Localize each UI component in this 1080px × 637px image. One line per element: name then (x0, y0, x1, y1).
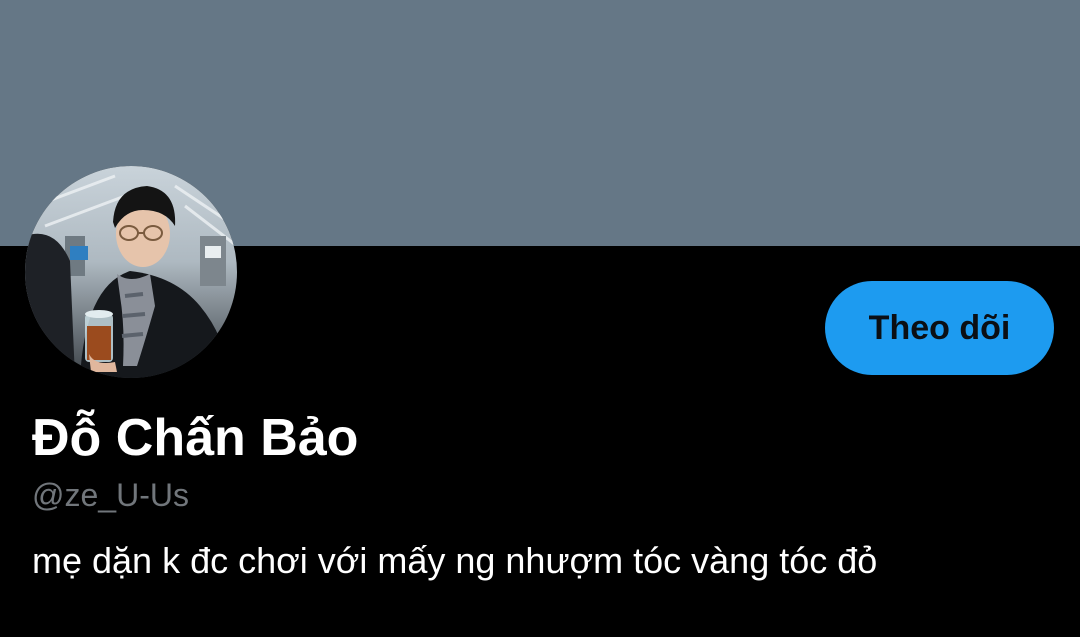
profile-bio: mẹ dặn k đc chơi với mấy ng nhượm tóc và… (32, 540, 878, 581)
avatar[interactable] (25, 166, 237, 378)
username-handle: @ze_U-Us (32, 477, 189, 513)
follow-button[interactable]: Theo dõi (825, 281, 1054, 375)
display-name: Đỗ Chấn Bảo (32, 409, 359, 467)
profile-header: Theo dõi Đỗ Chấn Bảo @ze_U-Us mẹ dặn k đ… (0, 0, 1080, 637)
